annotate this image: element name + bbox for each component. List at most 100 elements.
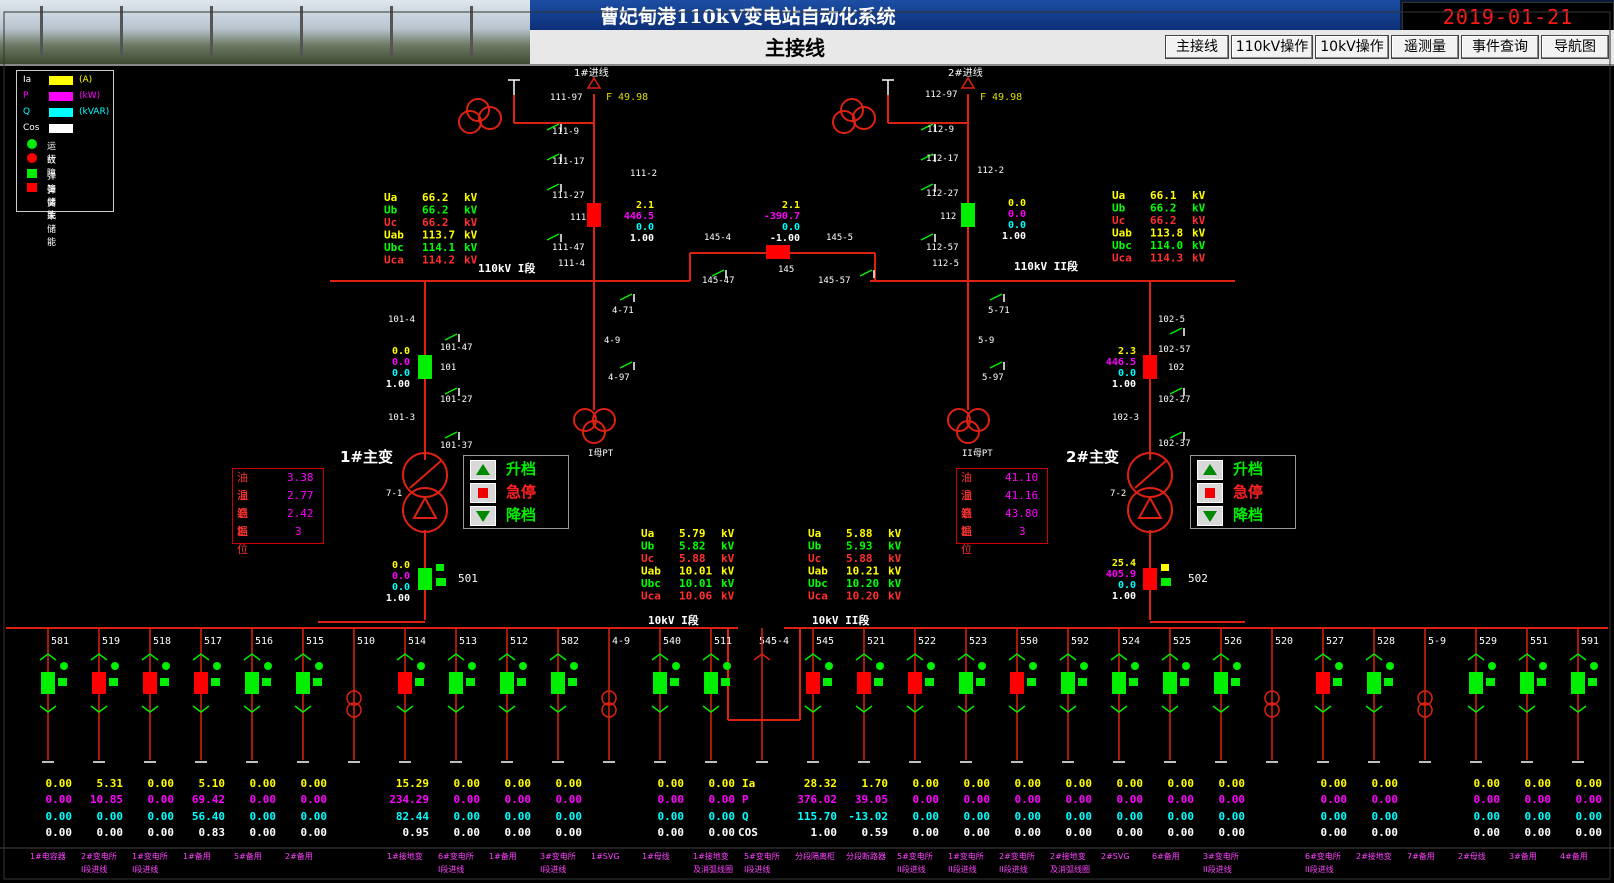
t1-emergency-stop-button[interactable]: 急停 xyxy=(466,481,566,503)
feeder-540-spring xyxy=(670,678,679,686)
feeder-523-val-0: 0.00 xyxy=(964,777,991,790)
breaker-501-meas-0: 0.0 xyxy=(392,560,410,571)
feeder-512-status xyxy=(519,662,527,670)
feeder-545-breaker xyxy=(806,672,820,694)
hv-bus1-voltage-value-5: 114.2 xyxy=(422,254,455,267)
feeder-522-status xyxy=(927,662,935,670)
hv-label-left-2: 111-17 xyxy=(552,157,585,167)
feeder-591-val-3: 0.00 xyxy=(1576,826,1603,839)
feeder-518-val-1: 0.00 xyxy=(148,793,175,806)
feeder-511-status xyxy=(723,662,731,670)
feeder-515-spring xyxy=(313,678,322,686)
feeder-518: 518 0.00 0.00 0.00 0.00 1#变电所 I段进线 xyxy=(132,628,174,874)
t1-raise-tap-button[interactable]: 升档 xyxy=(466,458,566,480)
feeder-581-val-3: 0.00 xyxy=(46,826,73,839)
feeder-550-status xyxy=(1029,662,1037,670)
feeder-522-val-3: 0.00 xyxy=(913,826,940,839)
hv-bus2-voltage-label-4: Ubc xyxy=(1112,239,1132,252)
hv-bus2-voltage-value-2: 66.2 xyxy=(1150,214,1177,227)
feeder-515-status xyxy=(315,662,323,670)
feeder-519-val-2: 0.00 xyxy=(97,810,124,823)
t2-raise-tap-button[interactable]: 升档 xyxy=(1193,458,1293,480)
feeder-526-val-0: 0.00 xyxy=(1219,777,1246,790)
feeder-511-name2: 及消弧线圈 xyxy=(693,864,733,874)
feeder-545-val-1: 376.02 xyxy=(797,793,837,806)
feeder-527: 527 0.00 0.00 0.00 0.00 6#变电所 II段进线 xyxy=(1305,628,1347,874)
feeder-523-val-1: 0.00 xyxy=(964,793,991,806)
feeder-545-val-3: 1.00 xyxy=(811,826,838,839)
feeder-518-name: 1#变电所 xyxy=(132,851,168,861)
breaker-111-meas-3: 1.00 xyxy=(630,233,654,244)
feeder-524: 524 0.00 0.00 0.00 0.00 2#SVG xyxy=(1101,628,1143,861)
feeder-515: 515 0.00 0.00 0.00 0.00 2#备用 xyxy=(285,628,327,861)
feeder-521-name: 分段断路器 xyxy=(846,851,886,861)
lv-bus1-voltage-label-3: Uab xyxy=(641,565,661,578)
breaker-112-meas-1: 0.0 xyxy=(1008,209,1026,220)
feeder-522-spring xyxy=(925,678,934,686)
arrow-up-icon xyxy=(470,460,496,480)
t2-lower-tap-button[interactable]: 降档 xyxy=(1193,504,1293,526)
feeder-545-spring xyxy=(823,678,832,686)
lv-bus1-voltage-value-1: 5.82 xyxy=(679,540,706,553)
feeder-550-val-2: 0.00 xyxy=(1015,810,1042,823)
knife-switch-8 xyxy=(619,293,633,301)
knife-switch-14 xyxy=(444,431,458,439)
feeder-519-spring xyxy=(109,678,118,686)
hv-bus2-voltage-unit-1: kV xyxy=(1192,202,1206,215)
stop-icon xyxy=(1197,483,1223,503)
breaker-145-meas-0: 2.1 xyxy=(782,200,800,211)
feeder-513-spring xyxy=(466,678,475,686)
breaker-501 xyxy=(418,568,432,590)
knife-switch-9 xyxy=(619,361,633,369)
feeder-540: 540 0.00 0.00 0.00 0.00 1#母线 xyxy=(642,628,684,861)
feeder-513-name: 6#变电所 xyxy=(438,851,474,861)
feeder-529-spring xyxy=(1486,678,1495,686)
meas-label-p: P xyxy=(742,793,749,806)
feeder-525: 525 0.00 0.00 0.00 0.00 6#备用 xyxy=(1152,628,1194,861)
breaker-145 xyxy=(766,245,790,259)
hv-bus1-voltage-unit-3: kV xyxy=(464,229,478,242)
feeder-527-val-0: 0.00 xyxy=(1321,777,1348,790)
feeder-591-val-2: 0.00 xyxy=(1576,810,1603,823)
feeder-527-name: 6#变电所 xyxy=(1305,851,1341,861)
breaker-111-meas-0: 2.1 xyxy=(636,200,654,211)
hv-bus1-voltage-label-4: Ubc xyxy=(384,241,404,254)
feeder-529-val-0: 0.00 xyxy=(1474,777,1501,790)
feeder-529-name: 2#母线 xyxy=(1458,851,1486,861)
lv-bus2-voltage-value-0: 5.88 xyxy=(846,527,873,540)
feeder-518-name2: I段进线 xyxy=(132,864,158,874)
feeder-517-val-2: 56.40 xyxy=(192,810,225,823)
feeder-517-label: 517 xyxy=(204,636,222,647)
feeder-527-label: 527 xyxy=(1326,636,1344,647)
feeder-517-val-0: 5.10 xyxy=(199,777,226,790)
feeder-581-spring xyxy=(58,678,67,686)
feeder-518-val-3: 0.00 xyxy=(148,826,175,839)
knife-switch-19 xyxy=(859,269,873,277)
feeder-592-val-3: 0.00 xyxy=(1066,826,1093,839)
feeder-550: 550 0.00 0.00 0.00 0.00 2#变电所 II段进线 xyxy=(999,628,1041,874)
feeder-522-val-1: 0.00 xyxy=(913,793,940,806)
breaker-101-meas-1: 0.0 xyxy=(392,357,410,368)
feeder-528-label: 528 xyxy=(1377,636,1395,647)
hv-label-left-14: 101 xyxy=(440,363,456,373)
feeder-511-val-2: 0.00 xyxy=(709,810,736,823)
feeder-523-name2: II段进线 xyxy=(948,864,977,874)
feeder-540-breaker xyxy=(653,672,667,694)
feeder-521-val-3: 0.59 xyxy=(862,826,889,839)
feeder-529-breaker xyxy=(1469,672,1483,694)
hv-bus2-voltage-unit-3: kV xyxy=(1192,227,1206,240)
feeder-591-spring xyxy=(1588,678,1597,686)
hv-label-right-16: 102-3 xyxy=(1112,413,1139,423)
t1-lower-tap-button[interactable]: 降档 xyxy=(466,504,566,526)
feeder-529-val-2: 0.00 xyxy=(1474,810,1501,823)
t2-emergency-stop-button[interactable]: 急停 xyxy=(1193,481,1293,503)
hv-bus2-voltage-label-3: Uab xyxy=(1112,227,1132,240)
feeder-526-status xyxy=(1233,662,1241,670)
feeder-516-spring xyxy=(262,678,271,686)
feeder-521-breaker xyxy=(857,672,871,694)
lv-bus1-voltage-value-2: 5.88 xyxy=(679,552,706,565)
feeder-527-val-1: 0.00 xyxy=(1321,793,1348,806)
hv-label-mid-2: 145-5 xyxy=(826,233,853,243)
feeder-521-val-2: -13.02 xyxy=(848,810,888,823)
breaker-501-label: 501 xyxy=(458,572,478,585)
